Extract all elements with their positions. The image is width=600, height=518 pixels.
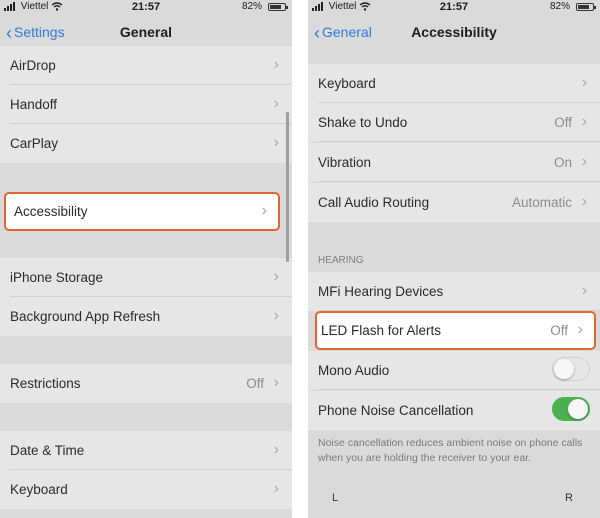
battery-icon: [576, 3, 596, 11]
chevron-right-icon: ›: [581, 282, 587, 299]
row-keyboard[interactable]: Keyboard ›: [0, 470, 292, 509]
section-header-hearing: HEARING: [318, 255, 364, 266]
row-phone-noise-cancellation[interactable]: Phone Noise Cancellation: [308, 391, 600, 430]
row-carplay[interactable]: CarPlay ›: [0, 124, 292, 163]
row-label: MFi Hearing Devices: [318, 284, 444, 299]
row-iphone-storage[interactable]: iPhone Storage ›: [0, 258, 292, 297]
chevron-right-icon: ›: [273, 374, 279, 391]
row-label: Vibration: [318, 155, 372, 170]
page-title: General: [119, 24, 173, 40]
battery-icon: [268, 3, 288, 11]
row-label: Mono Audio: [318, 363, 390, 378]
row-mfi-hearing-devices[interactable]: MFi Hearing Devices ›: [308, 272, 600, 311]
row-value: Automatic: [511, 195, 572, 210]
chevron-right-icon: ›: [273, 480, 279, 497]
scrollbar[interactable]: [286, 112, 289, 262]
row-label: iPhone Storage: [10, 270, 104, 285]
row-led-flash-for-alerts[interactable]: LED Flash for Alerts Off ›: [315, 311, 596, 350]
chevron-right-icon: ›: [581, 74, 587, 91]
row-label: Shake to Undo: [318, 115, 408, 130]
balance-left-label: L: [332, 492, 339, 504]
row-shake-to-undo[interactable]: Shake to Undo Off ›: [308, 103, 600, 142]
general-screen: Viettel 21:57 82% ‹ Settings General AirD…: [0, 0, 292, 518]
row-mono-audio[interactable]: Mono Audio: [308, 351, 600, 390]
row-accessibility[interactable]: Accessibility ›: [4, 192, 280, 231]
navigation-bar: ‹ General Accessibility: [308, 14, 600, 50]
row-label: Handoff: [10, 97, 58, 112]
row-handoff[interactable]: Handoff ›: [0, 85, 292, 124]
row-label: Background App Refresh: [10, 309, 161, 324]
row-label: LED Flash for Alerts: [321, 323, 442, 338]
page-title: Accessibility: [411, 24, 497, 40]
row-label: Keyboard: [10, 482, 68, 497]
navigation-bar: ‹ Settings General: [0, 14, 292, 50]
mono-audio-toggle[interactable]: [552, 357, 590, 381]
battery-percent: 82%: [549, 1, 570, 12]
battery-fill: [270, 5, 281, 9]
row-label: AirDrop: [10, 58, 56, 73]
chevron-right-icon: ›: [581, 113, 587, 130]
row-label: CarPlay: [10, 136, 59, 151]
row-value: On: [553, 155, 572, 170]
row-label: Call Audio Routing: [318, 195, 430, 210]
chevron-right-icon: ›: [273, 56, 279, 73]
chevron-right-icon: ›: [273, 95, 279, 112]
accessibility-screen: Viettel 21:57 82% ‹ General Accessibility…: [308, 0, 600, 518]
chevron-right-icon: ›: [577, 321, 583, 338]
status-bar: Viettel 21:57 82%: [308, 0, 600, 14]
chevron-right-icon: ›: [581, 153, 587, 170]
screenshot: Viettel 21:57 82% ‹ Settings General AirD…: [0, 0, 600, 518]
chevron-right-icon: ›: [273, 441, 279, 458]
battery-percent: 82%: [241, 1, 262, 12]
row-label: Restrictions: [10, 376, 81, 391]
row-vibration[interactable]: Vibration On ›: [308, 143, 600, 182]
balance-right-label: R: [565, 492, 573, 504]
status-bar: Viettel 21:57 82%: [0, 0, 292, 14]
row-date-time[interactable]: Date & Time ›: [0, 431, 292, 470]
chevron-right-icon: ›: [261, 202, 267, 219]
row-restrictions[interactable]: Restrictions Off ›: [0, 364, 292, 403]
chevron-right-icon: ›: [581, 193, 587, 210]
row-label: Phone Noise Cancellation: [318, 403, 474, 418]
battery-fill: [578, 5, 589, 9]
row-label: Accessibility: [14, 204, 88, 219]
chevron-right-icon: ›: [273, 307, 279, 324]
row-label: Date & Time: [10, 443, 85, 458]
chevron-right-icon: ›: [273, 134, 279, 151]
row-value: Off: [550, 323, 568, 338]
row-keyboard[interactable]: Keyboard ›: [308, 64, 600, 103]
row-background-app-refresh[interactable]: Background App Refresh ›: [0, 297, 292, 336]
toggle-knob: [554, 359, 574, 379]
row-value: Off: [246, 376, 264, 391]
row-airdrop[interactable]: AirDrop ›: [0, 46, 292, 85]
noise-cancellation-toggle[interactable]: [552, 397, 590, 421]
toggle-knob: [568, 399, 588, 419]
chevron-right-icon: ›: [273, 268, 279, 285]
row-call-audio-routing[interactable]: Call Audio Routing Automatic ›: [308, 183, 600, 222]
noise-cancellation-footer: Noise cancellation reduces ambient noise…: [318, 437, 583, 464]
row-label: Keyboard: [318, 76, 376, 91]
row-value: Off: [554, 115, 572, 130]
